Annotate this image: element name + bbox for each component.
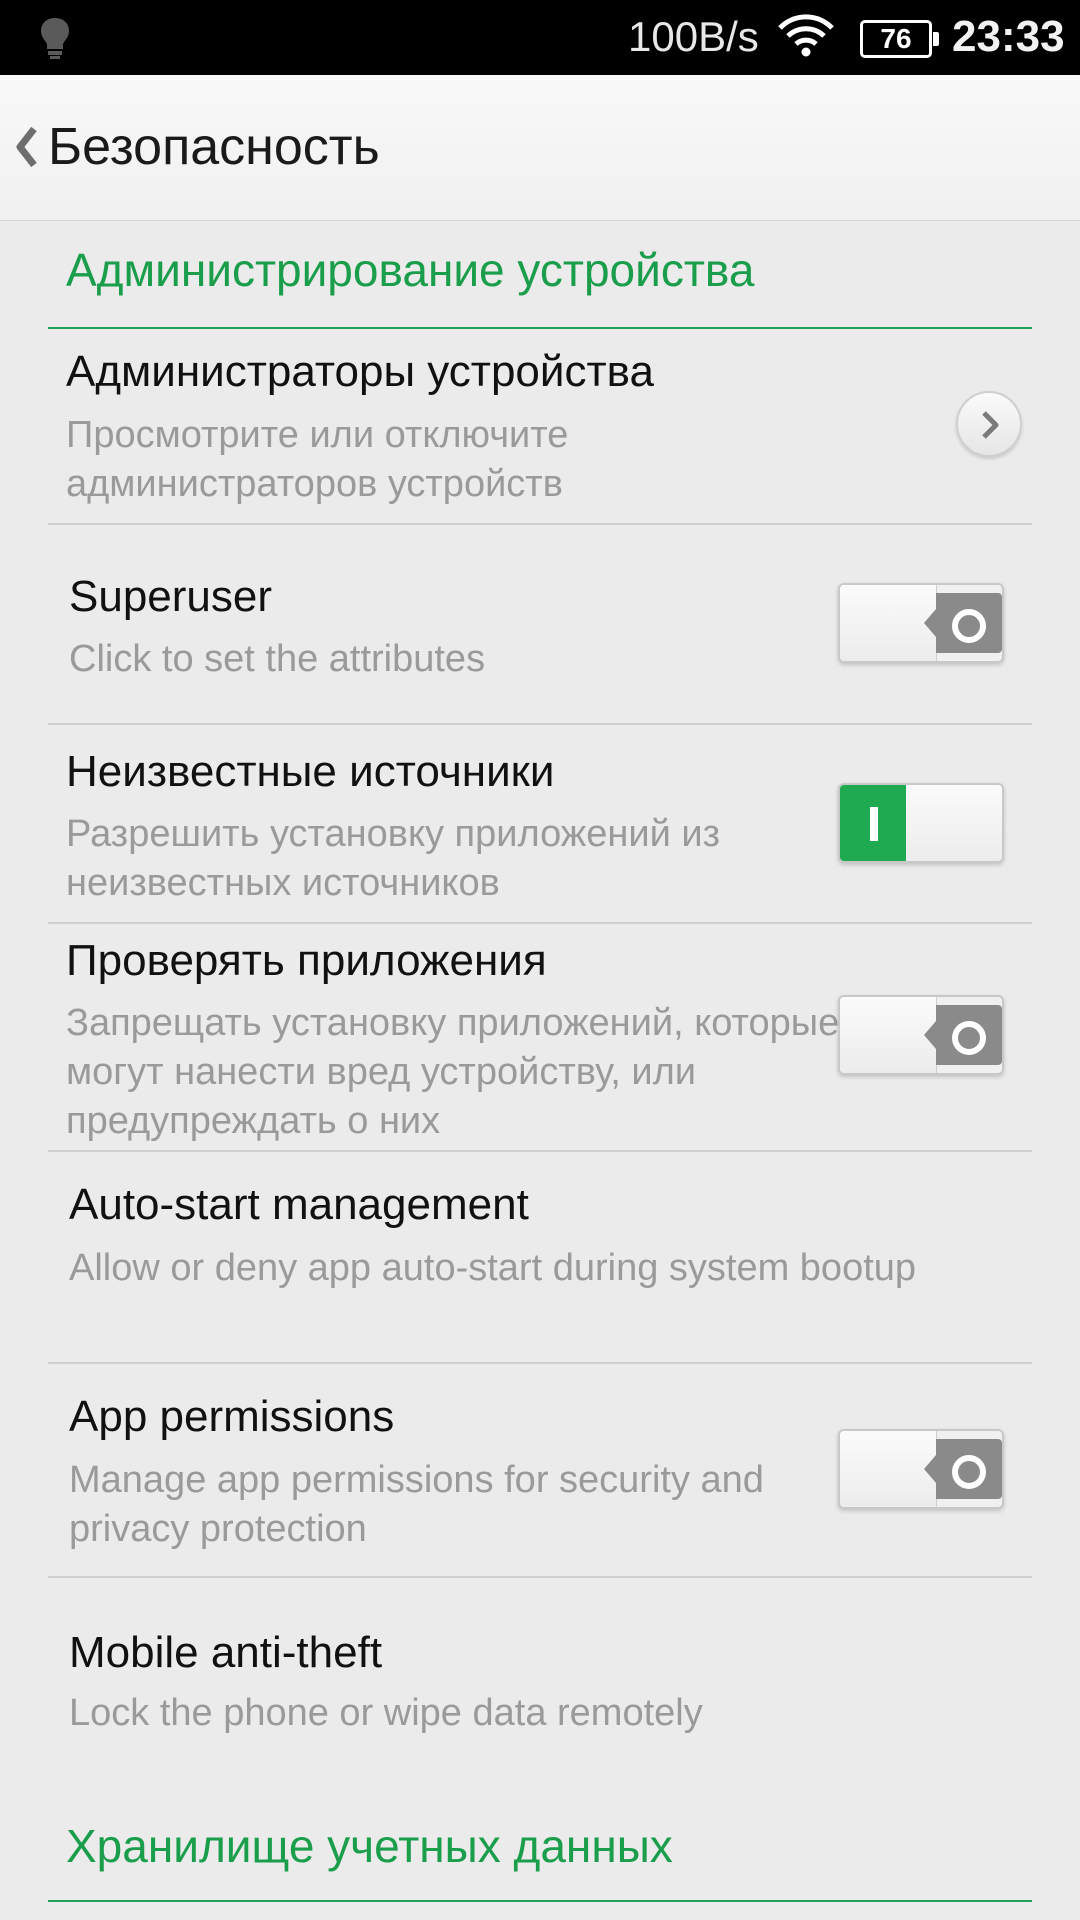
superuser-toggle[interactable] (838, 583, 1004, 663)
row-title: Неизвестные источники (66, 747, 555, 796)
section-title: Администрирование устройства (66, 244, 755, 296)
verify-apps-toggle[interactable] (838, 995, 1004, 1075)
row-title: App permissions (69, 1392, 395, 1441)
row-title: Mobile anti-theft (69, 1628, 383, 1677)
row-summary: Разрешить установку приложений из неизве… (66, 813, 720, 904)
chevron-left-icon[interactable] (8, 119, 44, 175)
device-administrators-item[interactable]: Администраторы устройства Просмотрите ил… (48, 329, 1032, 525)
section-header-device-admin: Администрирование устройства (48, 220, 1032, 329)
row-title: Администраторы устройства (66, 347, 654, 396)
section-title: Хранилище учетных данных (66, 1820, 673, 1872)
unknown-sources-item[interactable]: Неизвестные источники Разрешить установк… (48, 725, 1032, 924)
network-speed: 100B/s (628, 13, 759, 60)
clock: 23:33 (952, 12, 1065, 61)
row-summary: Lock the phone or wipe data remotely (69, 1692, 703, 1734)
row-summary: Просмотрите или отключите администраторо… (66, 414, 569, 505)
row-summary: Allow or deny app auto-start during syst… (69, 1247, 917, 1289)
verify-apps-item[interactable]: Проверять приложения Запрещать установку… (48, 924, 1032, 1152)
bulb-icon (41, 18, 69, 59)
superuser-item[interactable]: Superuser Click to set the attributes (48, 525, 1032, 725)
row-summary: Запрещать установку приложений, которые … (66, 1002, 840, 1142)
wifi-icon (778, 14, 834, 57)
app-bar: Безопасность (0, 75, 1080, 221)
status-bar: 100B/s 76 23:33 (0, 0, 1080, 75)
row-title: Проверять приложения (66, 936, 547, 985)
app-permissions-item[interactable]: App permissions Manage app permissions f… (48, 1364, 1032, 1578)
page-title: Безопасность (48, 118, 380, 176)
mobile-anti-theft-item[interactable]: Mobile anti-theft Lock the phone or wipe… (48, 1578, 1032, 1758)
battery-icon: 76 (860, 20, 939, 58)
row-title: Superuser (69, 572, 273, 621)
row-summary: Click to set the attributes (69, 638, 486, 680)
unknown-sources-toggle[interactable] (838, 783, 1004, 863)
row-title: Auto-start management (69, 1180, 529, 1229)
chevron-right-icon[interactable] (956, 391, 1022, 457)
app-permissions-toggle[interactable] (838, 1429, 1004, 1509)
auto-start-management-item[interactable]: Auto-start management Allow or deny app … (48, 1152, 1032, 1364)
row-summary: Manage app permissions for security and … (69, 1459, 764, 1550)
section-header-credential-storage: Хранилище учетных данных (48, 1780, 1032, 1902)
